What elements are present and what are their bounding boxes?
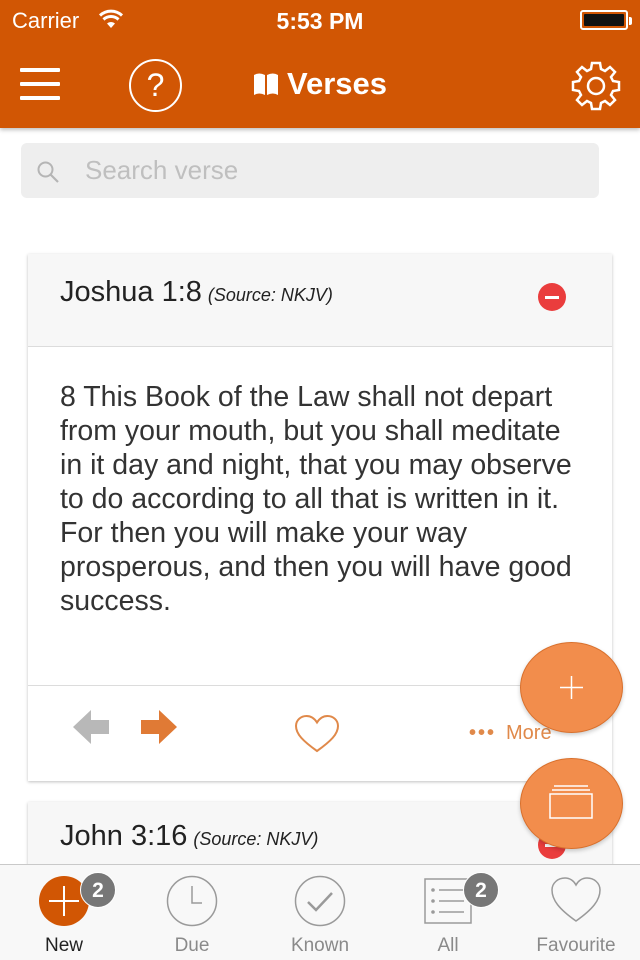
battery-icon xyxy=(580,10,632,30)
verse-text: 8 This Book of the Law shall not depart … xyxy=(60,381,572,617)
new-count-badge: 2 xyxy=(80,872,116,908)
cards-icon xyxy=(549,785,593,819)
tab-known[interactable]: Known xyxy=(256,865,384,960)
checkmark-icon xyxy=(294,875,346,927)
tab-label: Due xyxy=(174,935,210,956)
flashcards-button[interactable] xyxy=(520,758,623,849)
tab-bar: 2 New Due Known 2 All Favourite xyxy=(0,864,640,960)
search-icon xyxy=(37,161,59,183)
gear-icon[interactable] xyxy=(570,60,622,112)
search-input[interactable] xyxy=(85,143,585,198)
tab-label: New xyxy=(44,935,83,956)
page-title: Verses xyxy=(0,66,640,102)
clock-icon xyxy=(166,875,218,927)
all-count-badge: 2 xyxy=(463,872,499,908)
verse-reference: John 3:16 (Source: NKJV) xyxy=(60,820,318,853)
tab-label: Favourite xyxy=(536,935,616,956)
page-title-text: Verses xyxy=(287,66,387,101)
status-time: 5:53 PM xyxy=(276,8,364,34)
book-icon xyxy=(254,73,278,95)
tab-label: Known xyxy=(290,935,350,956)
status-bar: Carrier 5:53 PM xyxy=(0,0,640,40)
help-button[interactable]: ? xyxy=(129,59,182,112)
heart-icon[interactable] xyxy=(294,714,340,754)
tab-all[interactable]: 2 All xyxy=(384,865,512,960)
next-arrow-icon[interactable] xyxy=(140,708,178,746)
verse-source: (Source: NKJV) xyxy=(207,285,333,305)
tab-new[interactable]: 2 New xyxy=(0,865,128,960)
verse-source: (Source: NKJV) xyxy=(193,829,319,849)
verse-reference-text: Joshua 1:8 xyxy=(60,276,202,308)
more-dots-icon: ••• xyxy=(469,722,497,744)
plus-icon xyxy=(560,676,583,699)
tab-due[interactable]: Due xyxy=(128,865,256,960)
verse-card-header: Joshua 1:8 (Source: NKJV) xyxy=(28,254,612,347)
search-bar xyxy=(21,143,599,198)
heart-icon xyxy=(551,877,601,922)
tab-favourite[interactable]: Favourite xyxy=(512,865,640,960)
previous-arrow-icon[interactable] xyxy=(72,708,110,746)
verse-reference-text: John 3:16 xyxy=(60,820,188,852)
verse-reference: Joshua 1:8 (Source: NKJV) xyxy=(60,276,333,309)
help-icon: ? xyxy=(146,67,165,103)
menu-button[interactable] xyxy=(20,68,60,100)
tab-label: All xyxy=(437,935,459,956)
remove-verse-button[interactable] xyxy=(538,283,566,311)
app-header: Carrier 5:53 PM ? Verses xyxy=(0,0,640,128)
add-verse-button[interactable] xyxy=(520,642,623,733)
